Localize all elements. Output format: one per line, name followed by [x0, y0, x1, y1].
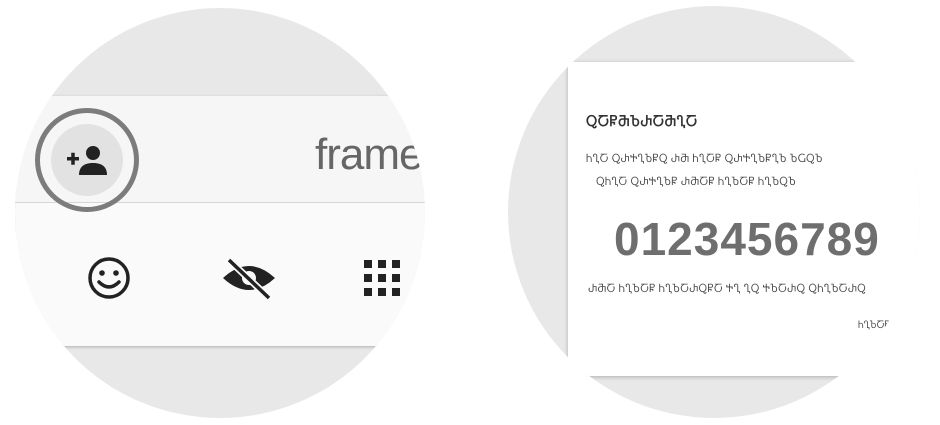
emoji-button[interactable] [77, 246, 141, 310]
add-contact-button[interactable] [35, 108, 139, 212]
sample-header: ႭႠႼႫႦႰႠႫႢႠ [586, 114, 698, 129]
sample-footer: ႹႢႦႠႼ [858, 320, 890, 330]
dialpad-button[interactable] [350, 246, 414, 310]
visibility-off-icon [223, 257, 275, 301]
font-preview-zoom-circle: ႭႠႼႫႦႰႠႫႢႠ ႹႢႠ ႭႰႵႢႦႼႭ ႰႫ ႹႢႠႼ ႭႰႵႢႦႼႢႦ … [508, 6, 920, 418]
person-add-icon [67, 146, 107, 175]
visibility-toggle-button[interactable] [217, 246, 281, 310]
toolbar-card: frame [15, 96, 425, 346]
sample-line-2: ႭႹႢႠ ႭႰႵႢႦႼ ႰႫႠႼ ႹႢႦႠႼ ႹႢႦႭႦ [596, 177, 796, 188]
add-contact-button-inner [51, 124, 123, 196]
sample-line-1: ႹႢႠ ႭႰႵႢႦႼႭ ႰႫ ႹႢႠႼ ႭႰႵႢႦႼႢႦ ႦႺႭႦ [586, 154, 823, 165]
font-preview-card: ႭႠႼႫႦႰႠႫႢႠ ႹႢႠ ႭႰႵႢႦႼႭ ႰႫ ႹႢႠႼ ႭႰႵႢႦႼႢႦ … [568, 62, 920, 376]
dialpad-icon [364, 260, 400, 296]
toolbar-zoom-circle: frame [15, 8, 425, 418]
sample-digits: 0123456789 [614, 213, 880, 265]
smile-icon [88, 257, 130, 299]
screenshot-stage: frame ႭႠႼႫႦႰႠႫႢႠ ႹႢႠ ႭႰႵႢႦႼႭ ႰႫ ႹႢႠႼ ႭႰႵ… [0, 0, 940, 425]
sample-line-3: ႰႫႠ ႹႢႦႠႼ ႹႢႦႠႰႭႼႠ ႵႢ ႢႭ ႵႦႠႰႭ ႭႹႢႦႠႰႭ [588, 284, 866, 295]
brand-text: frame [315, 130, 423, 179]
